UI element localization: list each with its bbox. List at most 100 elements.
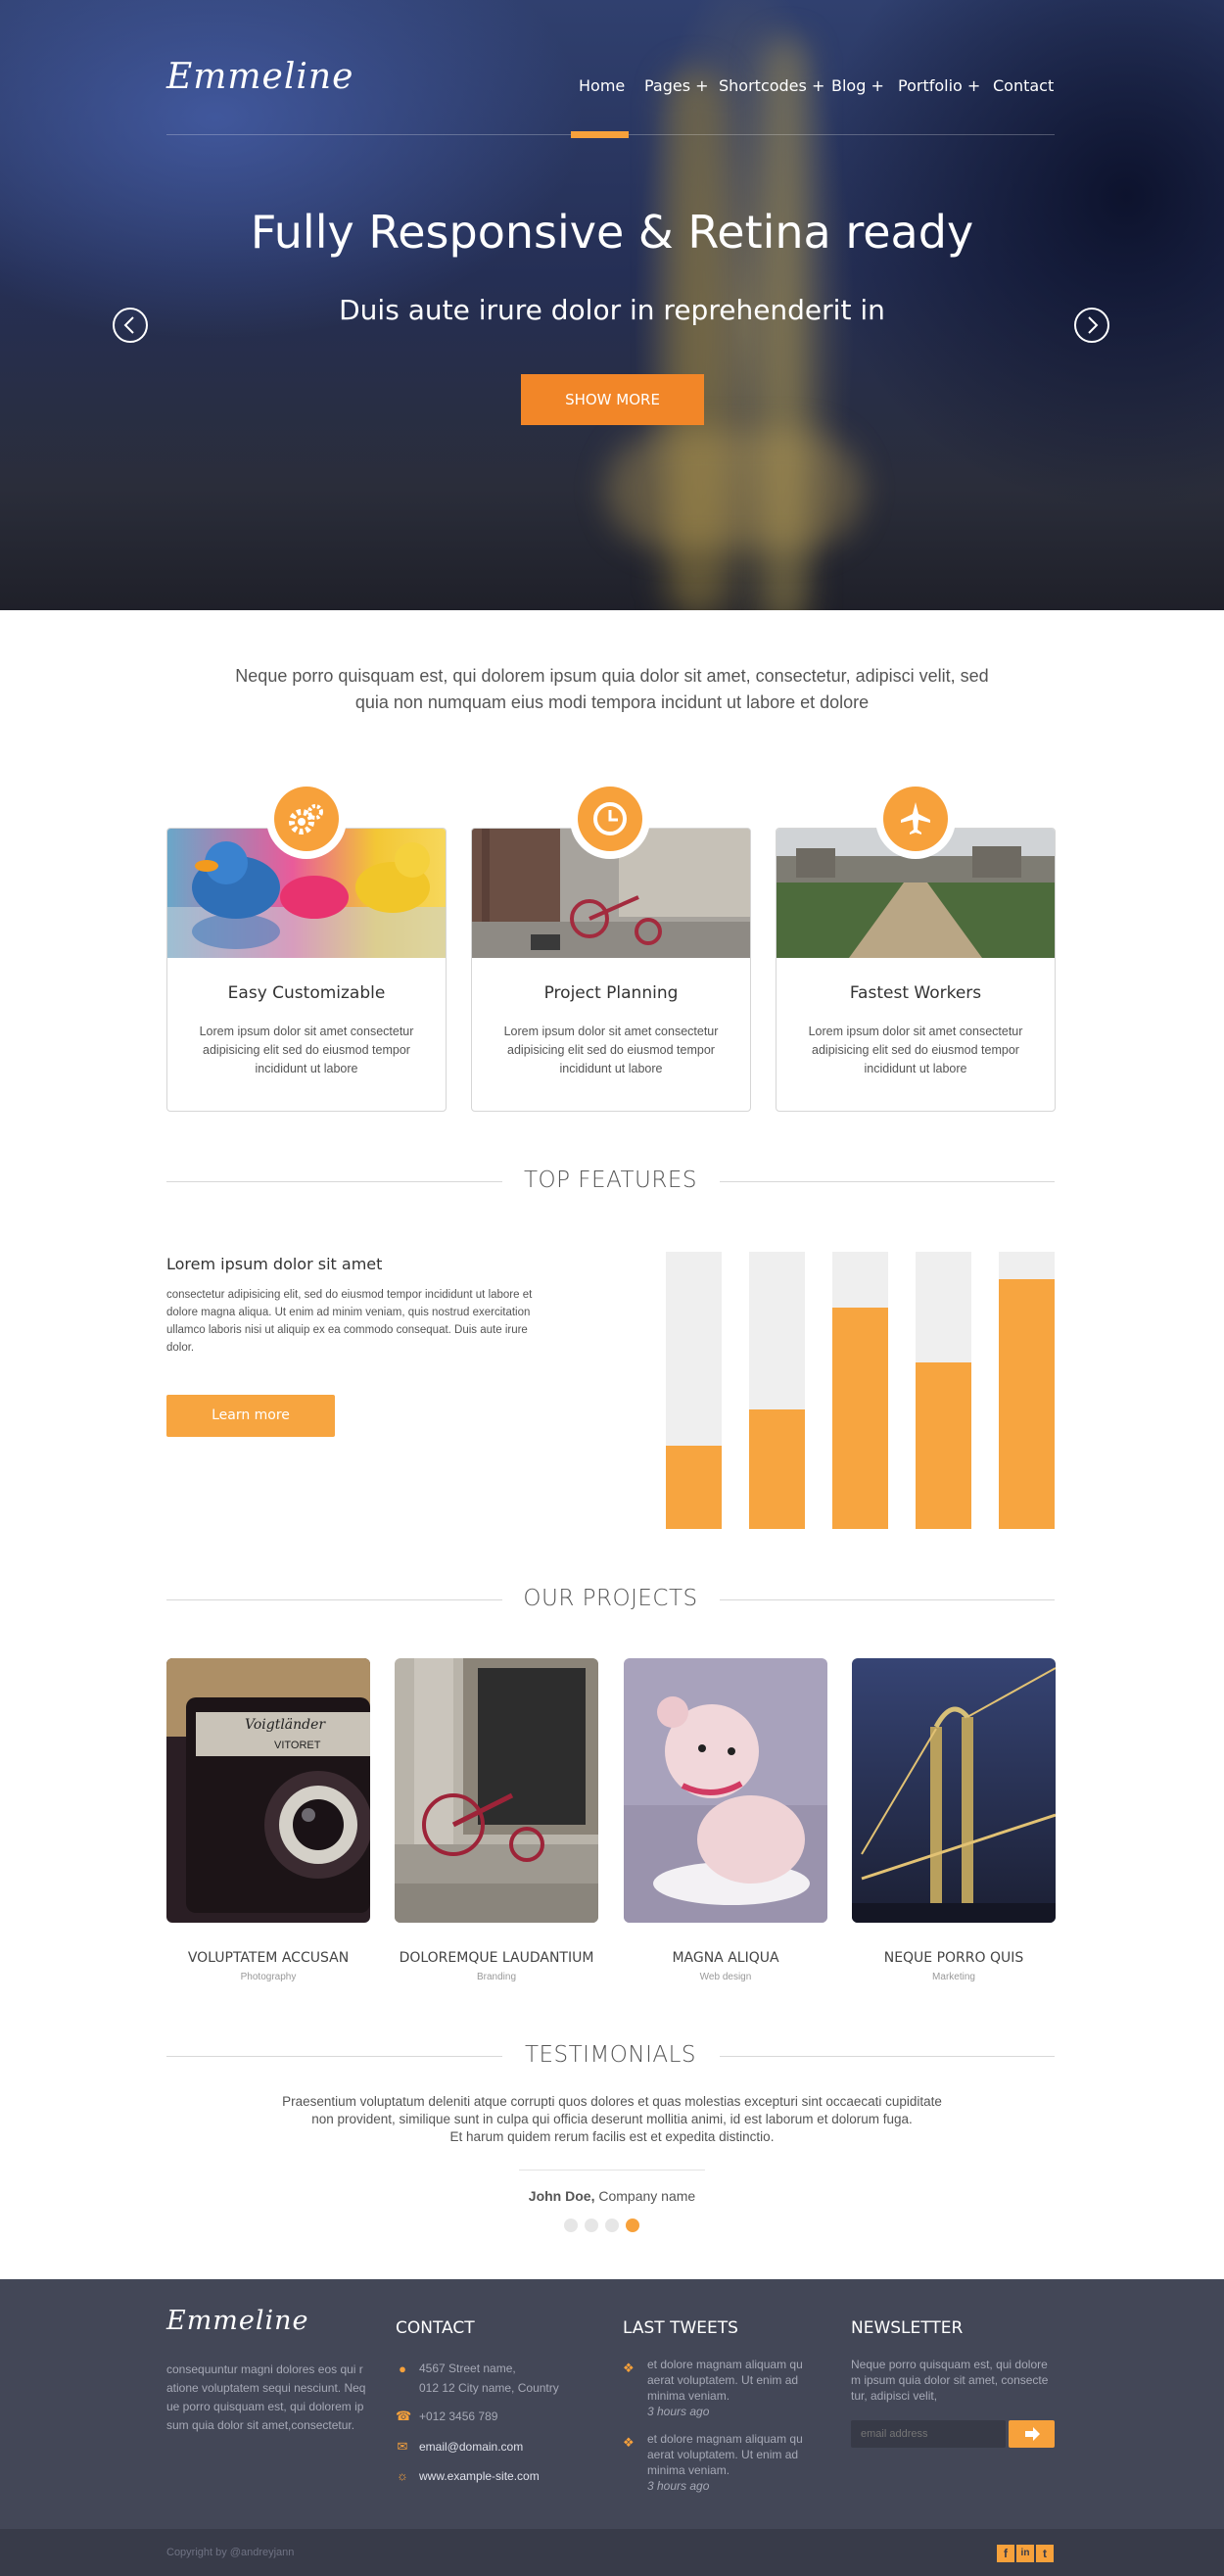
hero-background-lights [607,431,862,549]
nav-shortcodes[interactable]: Shortcodes + [719,76,824,95]
intro-line-1: Neque porro quisquam est, qui dolorem ip… [235,666,989,686]
intro-line-2: quia non numquam eius modi tempora incid… [354,692,870,712]
nav-contact[interactable]: Contact [993,76,1054,95]
project-card-bridge[interactable] [852,1658,1056,1923]
project-card-teddy[interactable] [624,1658,827,1923]
contact-website[interactable]: www.example-site.com [419,2469,540,2483]
project-category: Photography [240,1972,297,1982]
service-text: Lorem ipsum dolor sit amet consectetur a… [808,1025,1023,1075]
project-category: Web design [699,1972,752,1982]
project-category: Branding [476,1972,517,1982]
linkedin-icon[interactable]: in [1016,2545,1034,2562]
airplane-icon [901,802,930,835]
section-title: OUR PROJECTS [523,1586,698,1611]
footer-logo[interactable]: Emmeline [166,2306,309,2336]
slider-prev-button[interactable] [113,308,148,343]
our-projects-heading: OUR PROJECTS [166,1586,1055,1615]
newsletter-submit-button[interactable] [1009,2420,1055,2448]
contact-email[interactable]: email@domain.com [419,2440,523,2454]
feature-title: Lorem ipsum dolor sit amet [166,1255,383,1273]
project-category: Marketing [932,1972,975,1982]
feature-text: consectetur adipisicing elit, sed do eiu… [166,1289,533,1354]
service-badge-workers [875,779,956,859]
project-title[interactable]: MAGNA ALIQUA [624,1950,827,1966]
testimonial-line-1: Praesentium voluptatum deleniti atque co… [282,2094,942,2109]
feature-bar-5 [999,1252,1055,1529]
tweet-2: et dolore magnam aliquam qu aerat volupt… [647,2431,824,2494]
feature-bar-1 [666,1252,722,1529]
service-text: Lorem ipsum dolor sit amet consectetur a… [199,1025,414,1075]
contact-phone: +012 3456 789 [419,2409,498,2423]
camera-model-text: VITORET [274,1740,321,1751]
testimonial-dot-2[interactable] [585,2218,598,2232]
show-more-button[interactable]: SHOW MORE [521,374,704,425]
tricycle-photo [395,1658,598,1923]
testimonial-dot-1[interactable] [564,2218,578,2232]
feature-bar-3 [832,1252,888,1529]
testimonial-author-line: John Doe, Company name [0,2188,1224,2204]
arrow-right-icon [1024,2427,1040,2441]
twitter-icon: ❖ [623,2361,635,2375]
service-card-workers: Fastest Workers Lorem ipsum dolor sit am… [776,828,1056,1112]
tweet-time: 3 hours ago [647,2479,710,2493]
teddy-bear-image [624,1658,827,1923]
chevron-right-icon [1088,316,1099,334]
testimonials-heading: TESTIMONIALS [166,2042,1055,2072]
camera-brand-text: Voigtländer [245,1717,326,1733]
feature-bar-2 [749,1252,805,1529]
copyright-text: Copyright by @andreyjann [166,2547,295,2558]
globe-icon: ☼ [397,2468,408,2483]
testimonial-line-2: non provident, similique sunt in culpa q… [311,2112,913,2126]
newsletter-text: Neque porro quisquam est, qui dolore m i… [851,2358,1049,2403]
service-title: Easy Customizable [227,983,386,1003]
hero-slider: Emmeline Home Pages + Shortcodes + Blog … [0,0,1224,610]
testimonial-quote: Praesentium voluptatum deleniti atque co… [0,2093,1224,2146]
tweet-time: 3 hours ago [647,2405,710,2418]
facebook-icon[interactable]: f [997,2545,1014,2562]
nav-pages[interactable]: Pages + [644,76,709,95]
section-title: TESTIMONIALS [524,2042,697,2068]
twitter-social-icon[interactable]: t [1036,2545,1054,2562]
footer-contact-heading: CONTACT [396,2318,475,2338]
hero-subtitle: Duis aute irure dolor in reprehenderit i… [339,294,885,326]
contact-address-1: 4567 Street name, [419,2361,516,2375]
twitter-icon: ❖ [623,2435,635,2450]
footer-tweets-heading: LAST TWEETS [623,2318,738,2338]
camera-image: Voigtländer VITORET [166,1658,370,1923]
testimonial-dot-3[interactable] [605,2218,619,2232]
slider-next-button[interactable] [1074,308,1109,343]
phone-icon: ☎ [396,2409,412,2423]
site-logo[interactable]: Emmeline [166,57,353,97]
service-title: Project Planning [543,983,679,1003]
tweet-1: et dolore magnam aliquam qu aerat volupt… [647,2357,824,2419]
testimonial-divider [519,2170,705,2171]
project-title[interactable]: NEQUE PORRO QUIS [852,1950,1056,1966]
nav-portfolio[interactable]: Portfolio + [898,76,980,95]
learn-more-button[interactable]: Learn more [166,1395,335,1437]
service-title: Fastest Workers [849,983,982,1003]
chevron-left-icon [123,316,134,334]
service-card-customizable: Easy Customizable Lorem ipsum dolor sit … [166,828,447,1112]
top-features-heading: TOP FEATURES [166,1168,1055,1197]
intro-text: Neque porro quisquam est, qui dolorem ip… [0,663,1224,716]
newsletter-email-input[interactable] [851,2420,1006,2448]
nav-home[interactable]: Home [579,76,625,95]
service-badge-customizable [266,779,347,859]
gears-icon [289,804,323,835]
nav-active-indicator [571,131,629,138]
testimonial-author: John Doe, [528,2188,595,2204]
bridge-image [852,1658,1056,1923]
envelope-icon: ✉ [397,2439,408,2454]
project-title[interactable]: VOLUPTATEM ACCUSAN [166,1950,370,1966]
footer-about-text: consequuntur magni dolores eos qui r ati… [166,2362,366,2432]
nav-blog[interactable]: Blog + [831,76,884,95]
project-card-tricycle[interactable] [395,1658,598,1923]
service-badge-planning [570,779,650,859]
service-text: Lorem ipsum dolor sit amet consectetur a… [503,1025,719,1075]
map-marker-icon: ● [399,2361,406,2376]
testimonial-dot-4[interactable] [626,2218,639,2232]
hero-title: Fully Responsive & Retina ready [250,206,974,259]
project-title[interactable]: DOLOREMQUE LAUDANTIUM [395,1950,598,1966]
contact-address-2: 012 12 City name, Country [419,2381,559,2395]
project-card-camera[interactable]: Voigtländer VITORET [166,1658,370,1923]
